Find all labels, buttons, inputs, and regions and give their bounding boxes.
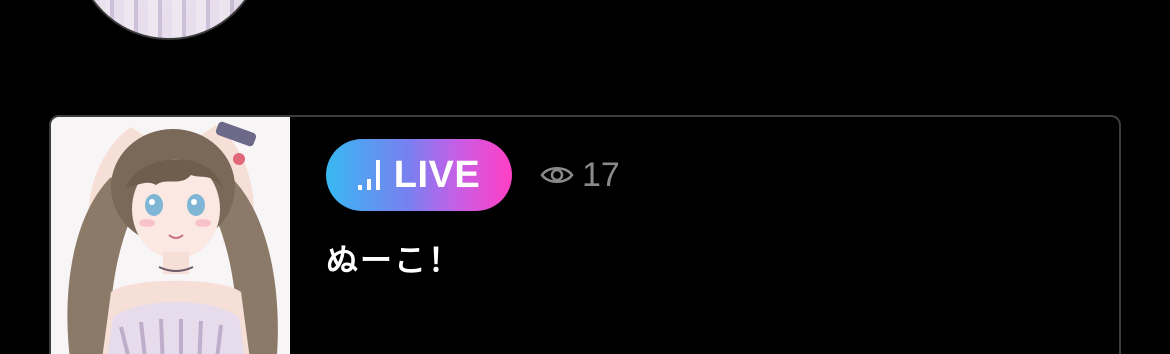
stream-title: ぬーこ！ xyxy=(326,241,463,279)
previous-streamer-avatar[interactable] xyxy=(74,0,264,40)
streamer-thumbnail-image xyxy=(51,117,290,354)
live-stream-card[interactable]: LIVE 17 ぬーこ！ xyxy=(49,115,1121,354)
stream-thumbnail[interactable] xyxy=(51,117,290,354)
eye-icon xyxy=(540,167,574,183)
live-badge: LIVE xyxy=(326,139,512,211)
viewer-count-group: 17 xyxy=(540,155,620,195)
signal-bars-icon xyxy=(357,160,380,190)
live-label: LIVE xyxy=(393,153,481,196)
screen: LIVE 17 ぬーこ！ xyxy=(0,0,1170,354)
viewer-count: 17 xyxy=(582,155,620,194)
avatar-frill xyxy=(76,0,262,38)
